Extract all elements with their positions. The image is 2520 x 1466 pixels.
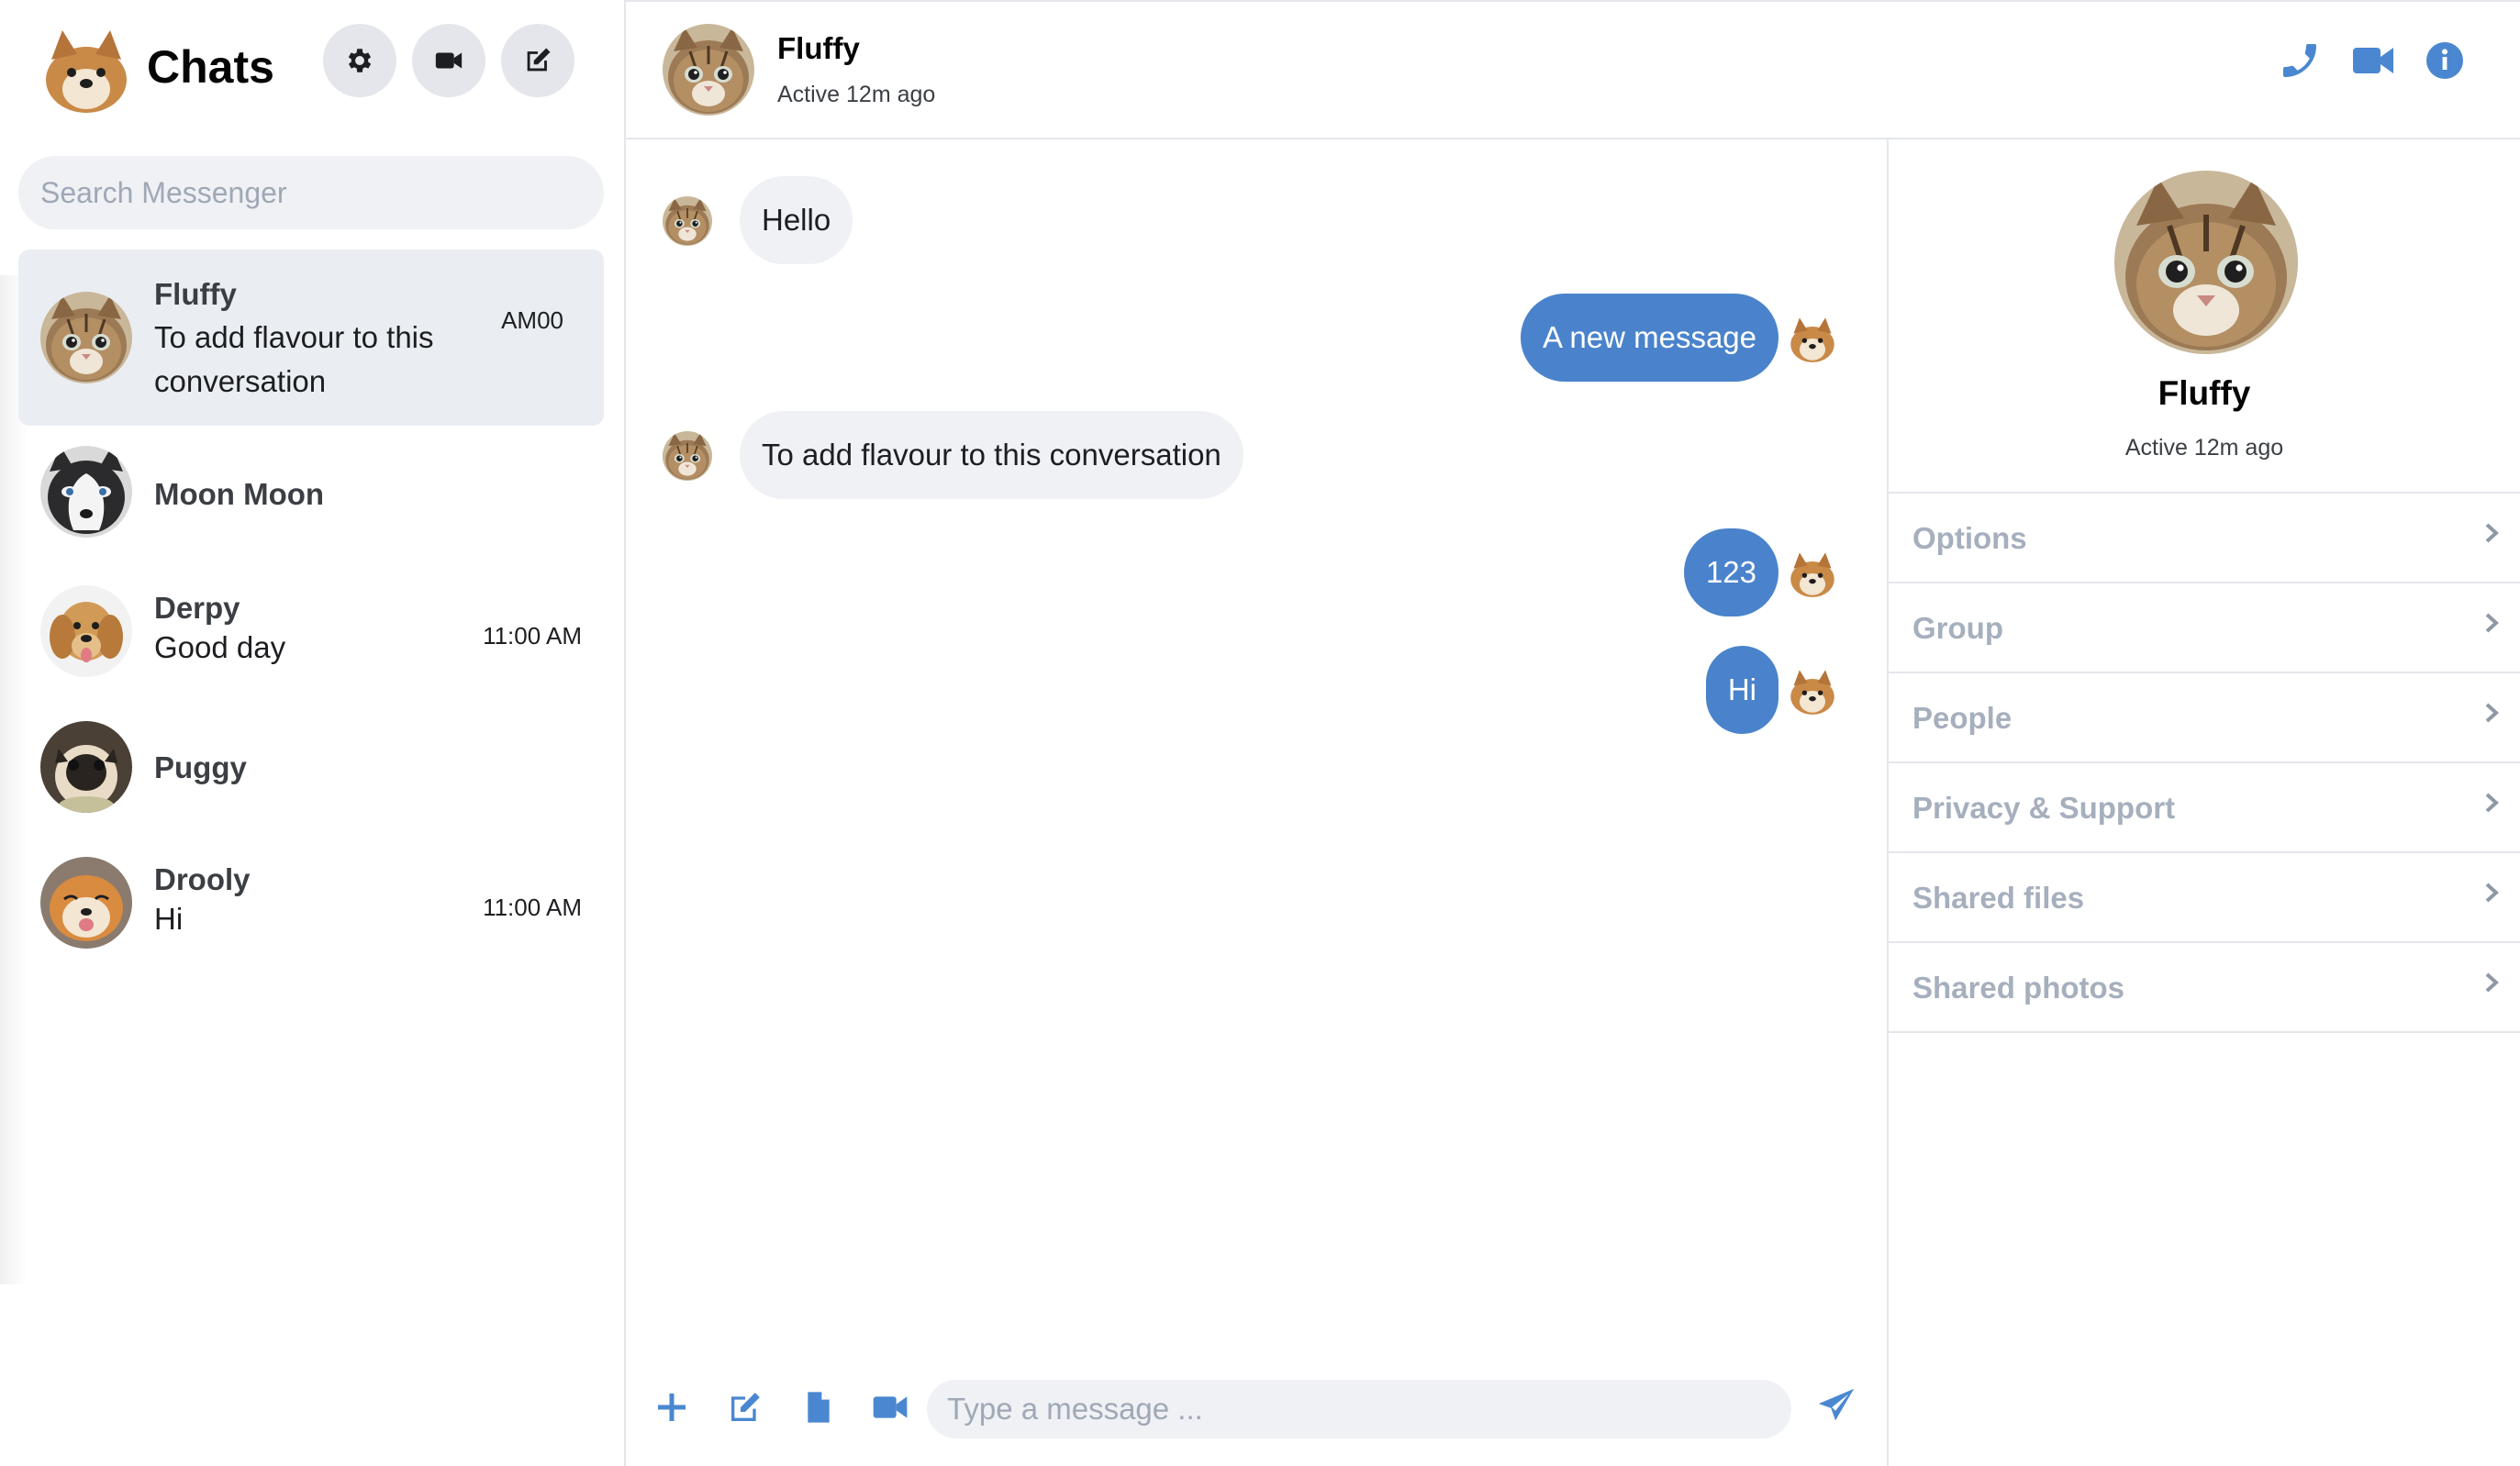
attach-file-button[interactable] <box>800 1389 837 1426</box>
info-icon <box>2426 42 2463 79</box>
conversation-preview: Good day <box>154 630 286 664</box>
info-contact-name: Fluffy <box>2158 374 2251 412</box>
conversation-name: Fluffy <box>154 277 237 311</box>
message-bubble-incoming[interactable]: To add flavour to this conversation <box>740 411 1243 499</box>
message-bubble-outgoing[interactable]: A new message <box>1521 294 1778 382</box>
contact-status: Active 12m ago <box>777 82 936 107</box>
phone-icon <box>2283 44 2316 77</box>
info-button[interactable] <box>2423 39 2467 83</box>
sticker-button[interactable] <box>727 1389 764 1426</box>
voice-call-button[interactable] <box>2278 39 2322 83</box>
chevron-right-icon <box>2481 969 2502 996</box>
my-avatar-small <box>1788 666 1837 716</box>
contact-avatar[interactable] <box>663 24 754 116</box>
conversation-name: Drooly <box>154 862 251 896</box>
conversation-preview: To add flavour to this conversation <box>154 320 434 398</box>
video-call-button[interactable] <box>2351 39 2395 83</box>
section-label: Group <box>1912 611 2003 645</box>
message-input[interactable] <box>927 1380 1791 1438</box>
sidebar-header: Chats <box>0 0 624 138</box>
section-label: Privacy & Support <box>1912 791 2176 825</box>
new-video-call-button[interactable] <box>412 24 485 97</box>
compose-button[interactable] <box>501 24 574 97</box>
section-people[interactable]: People <box>1889 673 2520 763</box>
my-avatar-small <box>1788 314 1837 363</box>
chats-title: Chats <box>147 41 274 93</box>
conversation-name: Derpy <box>154 591 240 625</box>
chevron-right-icon <box>2481 879 2502 906</box>
message-bubble-outgoing[interactable]: Hi <box>1705 646 1778 734</box>
conversation-name: Puggy <box>154 750 247 784</box>
conversation-time: 11:00 AM <box>483 622 582 650</box>
gear-icon <box>348 49 372 72</box>
info-sections: Options Group People Privacy & Support S… <box>1889 492 2520 1033</box>
file-icon <box>808 1392 830 1423</box>
conversation-sidebar: Chats Fluffy To add flavour to this conv… <box>0 0 626 1466</box>
section-group[interactable]: Group <box>1889 583 2520 673</box>
sender-avatar <box>663 431 712 481</box>
avatar <box>40 721 132 813</box>
section-label: People <box>1912 701 2013 735</box>
message-row: Hi <box>626 646 1889 734</box>
avatar <box>40 585 132 677</box>
message-thread: Hello A new message To add flavour to th… <box>626 139 1889 1323</box>
conversation-preview: Hi <box>154 902 184 936</box>
video-camera-icon <box>873 1396 908 1418</box>
chevron-right-icon <box>2481 789 2502 816</box>
send-button[interactable] <box>1815 1385 1857 1427</box>
section-label: Shared files <box>1912 881 2085 915</box>
add-button[interactable] <box>653 1389 690 1426</box>
info-contact-status: Active 12m ago <box>2124 435 2284 461</box>
conversation-item-drooly[interactable]: Drooly Hi 11:00 AM <box>18 815 604 991</box>
my-avatar-small <box>1788 549 1837 598</box>
plus-icon <box>658 1394 686 1421</box>
chevron-right-icon <box>2481 609 2502 637</box>
message-row: Hello <box>626 176 1889 264</box>
conversation-time: 11:00 AM <box>483 894 582 921</box>
message-bubble-incoming[interactable]: Hello <box>740 176 853 264</box>
section-options[interactable]: Options <box>1889 494 2520 583</box>
section-label: Options <box>1912 521 2027 555</box>
video-button[interactable] <box>872 1389 909 1426</box>
info-avatar <box>2114 171 2298 354</box>
section-privacy-support[interactable]: Privacy & Support <box>1889 763 2520 853</box>
message-composer <box>626 1323 1889 1466</box>
sender-avatar <box>663 196 712 246</box>
chat-header: Fluffy Active 12m ago <box>626 0 2520 139</box>
section-shared-photos[interactable]: Shared photos <box>1889 943 2520 1033</box>
avatar <box>40 857 132 949</box>
my-avatar[interactable] <box>40 23 132 115</box>
conversation-item-fluffy[interactable]: Fluffy To add flavour to this conversati… <box>18 250 604 426</box>
video-camera-icon <box>435 52 463 69</box>
avatar <box>40 446 132 538</box>
contact-name: Fluffy <box>777 31 860 65</box>
video-camera-icon <box>2353 48 2393 73</box>
message-bubble-outgoing[interactable]: 123 <box>1683 528 1778 616</box>
avatar <box>40 292 132 383</box>
message-row: To add flavour to this conversation <box>626 411 1889 499</box>
conversation-time: AM00 <box>501 306 563 334</box>
edit-icon <box>527 48 551 72</box>
message-row: A new message <box>626 294 1889 382</box>
conversation-info-panel: Fluffy Active 12m ago Options Group Peop… <box>1889 139 2520 1466</box>
section-label: Shared photos <box>1912 971 2125 1005</box>
settings-button[interactable] <box>323 24 396 97</box>
search-input[interactable] <box>18 156 604 229</box>
section-shared-files[interactable]: Shared files <box>1889 853 2520 943</box>
conversation-name: Moon Moon <box>154 477 325 511</box>
send-icon <box>1818 1388 1855 1421</box>
edit-icon <box>731 1393 760 1421</box>
chevron-right-icon <box>2481 699 2502 727</box>
chevron-right-icon <box>2481 519 2502 547</box>
message-row: 123 <box>626 528 1889 616</box>
